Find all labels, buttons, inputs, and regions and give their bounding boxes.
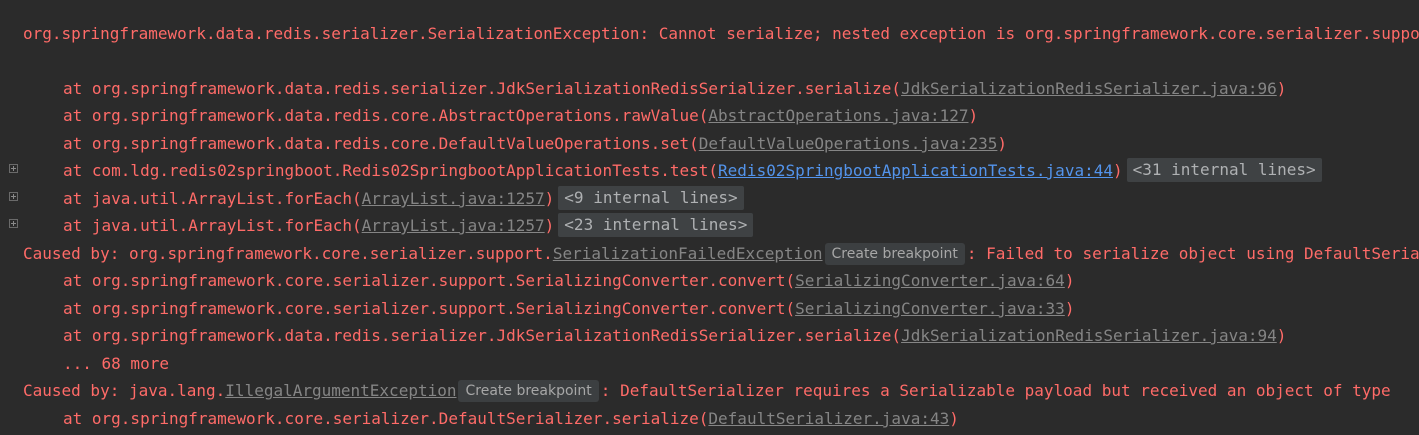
internal-lines-badge[interactable]: <9 internal lines> <box>558 186 744 210</box>
source-link[interactable]: JdkSerializationRedisSerializer.java:96 <box>901 79 1277 98</box>
stack-frame: at org.springframework.core.serializer.s… <box>0 267 1419 294</box>
project-source-link[interactable]: Redis02SpringbootApplicationTests.java:4… <box>718 161 1113 180</box>
stack-frame: at java.util.ArrayList.forEach(ArrayList… <box>0 185 1419 212</box>
frame-text: at org.springframework.data.redis.serial… <box>63 79 902 98</box>
caused-by-prefix: Caused by: java.lang. <box>23 381 226 400</box>
caused-by-message: : DefaultSerializer requires a Serializa… <box>600 381 1391 400</box>
frame-suffix: ) <box>1276 79 1287 98</box>
caused-by-line: Caused by: java.lang.IllegalArgumentExce… <box>0 377 1419 404</box>
frame-suffix: ) <box>1276 326 1287 345</box>
frame-text: at org.springframework.core.serializer.s… <box>63 271 796 290</box>
frame-text: at java.util.ArrayList.forEach( <box>63 216 362 235</box>
caused-by-message: : Failed to serialize object using Defau… <box>966 244 1419 263</box>
frame-suffix: ) <box>1064 299 1075 318</box>
stack-frame: at java.util.ArrayList.forEach(ArrayList… <box>0 212 1419 239</box>
frame-suffix: ) <box>544 189 555 208</box>
frame-suffix: ) <box>1112 161 1123 180</box>
expand-plus-icon[interactable] <box>9 164 18 173</box>
frame-suffix: ) <box>544 216 555 235</box>
create-breakpoint-button[interactable]: Create breakpoint <box>824 243 965 265</box>
exception-line: org.springframework.data.redis.serialize… <box>0 20 1419 47</box>
source-link[interactable]: ArrayList.java:1257 <box>362 216 545 235</box>
expand-plus-icon[interactable] <box>9 219 18 228</box>
stack-frame: at org.springframework.data.redis.serial… <box>0 322 1419 349</box>
stack-frame: at com.ldg.redis02springboot.Redis02Spri… <box>0 157 1419 184</box>
source-link[interactable]: DefaultSerializer.java:43 <box>708 409 949 428</box>
frame-suffix: ) <box>997 134 1008 153</box>
source-link[interactable]: AbstractOperations.java:127 <box>708 106 968 125</box>
more-frames-text: ... 68 more <box>63 354 169 373</box>
frame-suffix: ) <box>1064 271 1075 290</box>
internal-lines-badge[interactable]: <31 internal lines> <box>1126 158 1322 182</box>
frame-text: at org.springframework.core.serializer.s… <box>63 299 796 318</box>
console-output[interactable]: org.springframework.data.redis.serialize… <box>0 0 1419 435</box>
frame-text: at java.util.ArrayList.forEach( <box>63 189 362 208</box>
exception-class-link[interactable]: IllegalArgumentException <box>225 381 456 400</box>
frame-text: at org.springframework.core.serializer.D… <box>63 409 709 428</box>
source-link[interactable]: SerializingConverter.java:33 <box>795 299 1065 318</box>
frame-text: at com.ldg.redis02springboot.Redis02Spri… <box>63 161 719 180</box>
source-link[interactable]: ArrayList.java:1257 <box>362 189 545 208</box>
frame-text: at org.springframework.data.redis.core.A… <box>63 106 709 125</box>
caused-by-line: Caused by: org.springframework.core.seri… <box>0 240 1419 267</box>
source-link[interactable]: DefaultValueOperations.java:235 <box>699 134 998 153</box>
internal-lines-badge[interactable]: <23 internal lines> <box>558 213 754 237</box>
more-frames-line: ... 68 more <box>0 350 1419 377</box>
source-link[interactable]: SerializingConverter.java:64 <box>795 271 1065 290</box>
frame-text: at org.springframework.data.redis.serial… <box>63 326 902 345</box>
stack-frame: at org.springframework.data.redis.core.A… <box>0 102 1419 129</box>
create-breakpoint-button[interactable]: Create breakpoint <box>458 380 599 402</box>
source-link[interactable]: JdkSerializationRedisSerializer.java:94 <box>901 326 1277 345</box>
stack-frame: at org.springframework.core.serializer.D… <box>0 405 1419 432</box>
frame-suffix: ) <box>949 409 959 428</box>
exception-class-link[interactable]: SerializationFailedException <box>553 244 823 263</box>
stack-frame: at org.springframework.data.redis.core.D… <box>0 130 1419 157</box>
stack-frame: at org.springframework.data.redis.serial… <box>0 75 1419 102</box>
exception-message: org.springframework.data.redis.serialize… <box>23 24 1419 43</box>
expand-plus-icon[interactable] <box>9 192 18 201</box>
frame-suffix: ) <box>968 106 979 125</box>
caused-by-prefix: Caused by: org.springframework.core.seri… <box>23 244 553 263</box>
stack-frame: at org.springframework.core.serializer.s… <box>0 295 1419 322</box>
frame-text: at org.springframework.data.redis.core.D… <box>63 134 699 153</box>
